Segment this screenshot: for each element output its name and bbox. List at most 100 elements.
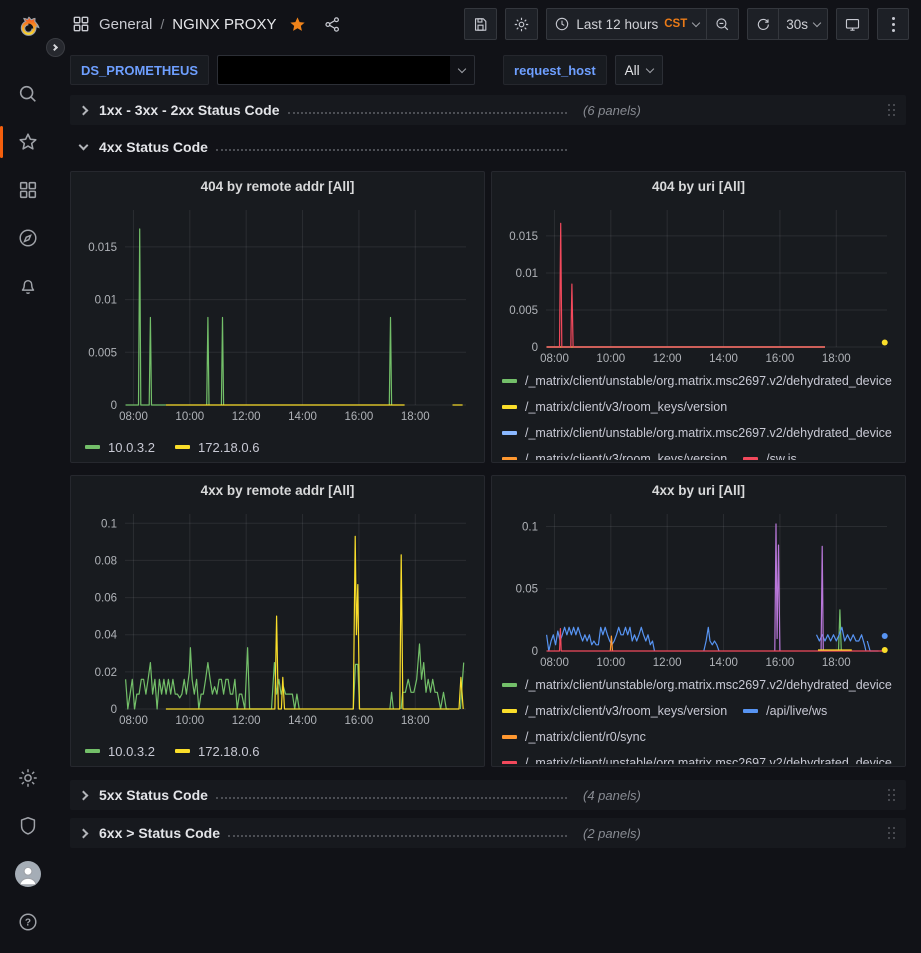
refresh-button[interactable] <box>747 8 779 40</box>
monitor-icon <box>844 16 861 33</box>
legend-item[interactable]: /_matrix/client/v3/room_keys/version <box>502 446 727 460</box>
sidebar-item-explore[interactable] <box>0 221 55 255</box>
row-4xx-status-code[interactable]: 4xx Status Code <box>70 133 906 161</box>
legend-label: 172.18.0.6 <box>198 744 259 759</box>
legend-item[interactable]: 10.0.3.2 <box>85 744 155 759</box>
svg-text:12:00: 12:00 <box>653 657 682 669</box>
legend-item[interactable]: /_matrix/client/unstable/org.matrix.msc2… <box>502 750 892 764</box>
grafana-app: ? General / NGINX PROXY <box>0 0 921 953</box>
panel-title[interactable]: 404 by uri [All] <box>500 172 897 202</box>
row-title: 5xx Status Code <box>99 787 208 803</box>
legend-item[interactable]: 172.18.0.6 <box>175 744 259 759</box>
row-drag-handle[interactable] <box>884 786 898 805</box>
panel-4xx-by-remote-addr: 4xx by remote addr [All] 08:0010:0012:00… <box>70 475 485 767</box>
time-series-chart[interactable]: 08:0010:0012:0014:0016:0018:0000.0050.01… <box>79 202 476 426</box>
legend-item[interactable]: /api/live/ws <box>743 698 827 724</box>
svg-text:0: 0 <box>532 342 538 354</box>
row-drag-handle[interactable] <box>884 101 898 120</box>
person-icon <box>15 861 41 887</box>
time-series-plot[interactable]: 08:0010:0012:0014:0016:0018:0000.0050.01… <box>79 202 476 426</box>
panel-legend: 10.0.3.2 172.18.0.6 <box>79 432 476 462</box>
legend-item[interactable]: /_matrix/client/unstable/org.matrix.msc2… <box>502 420 892 446</box>
dotted-leader <box>216 797 567 799</box>
legend-label: /_matrix/client/v3/room_keys/version <box>525 698 727 724</box>
svg-text:08:00: 08:00 <box>540 353 569 365</box>
legend-item[interactable]: 10.0.3.2 <box>85 440 155 455</box>
grafana-logo-icon <box>14 15 41 42</box>
datasource-select[interactable] <box>217 55 475 85</box>
row-6xx-status-code[interactable]: 6xx > Status Code (2 panels) <box>70 818 906 848</box>
legend-swatch <box>85 445 100 449</box>
legend-label: 10.0.3.2 <box>108 440 155 455</box>
share-button[interactable] <box>319 13 346 36</box>
sidebar-item-search[interactable] <box>0 77 55 111</box>
panel-grid: 404 by remote addr [All] 08:0010:0012:00… <box>70 171 906 767</box>
legend-item[interactable]: /_matrix/client/r0/sync <box>502 724 646 750</box>
time-range-picker[interactable]: Last 12 hours CST <box>546 8 707 40</box>
more-options-button[interactable] <box>877 8 909 40</box>
chevron-down-icon <box>692 18 700 26</box>
row-1xx-3xx-2xx-status-code[interactable]: 1xx - 3xx - 2xx Status Code (6 panels) <box>70 95 906 125</box>
legend-swatch <box>502 431 517 435</box>
row-drag-handle[interactable] <box>884 824 898 843</box>
request-host-select[interactable]: All <box>615 55 663 85</box>
search-icon <box>17 83 39 105</box>
chevron-right-icon <box>79 790 89 800</box>
grafana-logo[interactable] <box>0 11 55 45</box>
legend-swatch <box>502 405 517 409</box>
time-series-plot[interactable]: 08:0010:0012:0014:0016:0018:0000.050.1 <box>500 506 897 672</box>
svg-text:0.08: 0.08 <box>95 555 117 567</box>
legend-item[interactable]: /_matrix/client/unstable/org.matrix.msc2… <box>502 672 892 698</box>
chevron-down-icon <box>458 64 466 72</box>
legend-item[interactable]: 172.18.0.6 <box>175 440 259 455</box>
sidebar-item-alerting[interactable] <box>0 269 55 303</box>
time-series-chart[interactable]: 08:0010:0012:0014:0016:0018:0000.050.1 <box>500 506 897 672</box>
chevron-right-icon <box>79 828 89 838</box>
dashboard-settings-button[interactable] <box>505 8 538 40</box>
time-series-chart[interactable]: 08:0010:0012:0014:0016:0018:0000.020.040… <box>79 506 476 730</box>
legend-item[interactable]: /_matrix/client/unstable/org.matrix.msc2… <box>502 368 892 394</box>
legend-item[interactable]: /_matrix/client/v3/room_keys/version <box>502 698 727 724</box>
time-series-plot[interactable]: 08:0010:0012:0014:0016:0018:0000.020.040… <box>79 506 476 730</box>
svg-text:0: 0 <box>111 400 117 412</box>
row-5xx-status-code[interactable]: 5xx Status Code (4 panels) <box>70 780 906 810</box>
legend-item[interactable]: /sw.js <box>743 446 797 460</box>
breadcrumb-section[interactable]: General <box>99 16 152 33</box>
svg-text:0.01: 0.01 <box>516 268 538 280</box>
dashboard-title[interactable]: NGINX PROXY <box>172 16 276 33</box>
legend-item[interactable]: /_matrix/client/v3/room_keys/version <box>502 394 727 420</box>
svg-text:0.02: 0.02 <box>95 667 117 679</box>
legend-label: /_matrix/client/unstable/org.matrix.msc2… <box>525 750 892 764</box>
chevron-right-icon <box>51 44 58 51</box>
sidebar-item-configuration[interactable] <box>0 761 55 795</box>
refresh-interval-picker[interactable]: 30s <box>779 8 828 40</box>
panel-title[interactable]: 4xx by uri [All] <box>500 476 897 506</box>
top-navbar: General / NGINX PROXY <box>55 0 921 48</box>
sidebar-item-dashboards[interactable] <box>0 173 55 207</box>
svg-text:16:00: 16:00 <box>766 657 795 669</box>
sidebar-item-user-profile[interactable] <box>0 857 55 891</box>
clock-icon <box>554 16 570 32</box>
sidebar-item-help[interactable]: ? <box>0 905 55 939</box>
sidebar-item-starred[interactable] <box>0 125 55 159</box>
legend-swatch <box>175 749 190 753</box>
cycle-view-mode-button[interactable] <box>836 8 869 40</box>
time-series-plot[interactable]: 08:0010:0012:0014:0016:0018:0000.0050.01… <box>500 202 897 368</box>
sidebar: ? <box>0 0 55 953</box>
legend-swatch <box>502 709 517 713</box>
row-title: 1xx - 3xx - 2xx Status Code <box>99 102 280 118</box>
time-series-chart[interactable]: 08:0010:0012:0014:0016:0018:0000.0050.01… <box>500 202 897 368</box>
panel-title[interactable]: 404 by remote addr [All] <box>79 172 476 202</box>
favorite-star-button[interactable] <box>284 13 311 36</box>
panel-title[interactable]: 4xx by remote addr [All] <box>79 476 476 506</box>
zoom-out-button[interactable] <box>707 8 739 40</box>
dashboard-canvas: 1xx - 3xx - 2xx Status Code (6 panels) 4… <box>55 92 921 953</box>
legend-label: /_matrix/client/unstable/org.matrix.msc2… <box>525 368 892 394</box>
save-dashboard-button[interactable] <box>464 8 497 40</box>
breadcrumb-divider: / <box>160 16 164 32</box>
star-icon <box>17 131 39 153</box>
svg-text:0.015: 0.015 <box>88 242 117 254</box>
expand-sidebar-button[interactable] <box>46 38 65 57</box>
sidebar-item-server-admin[interactable] <box>0 809 55 843</box>
svg-text:0.015: 0.015 <box>509 231 538 243</box>
